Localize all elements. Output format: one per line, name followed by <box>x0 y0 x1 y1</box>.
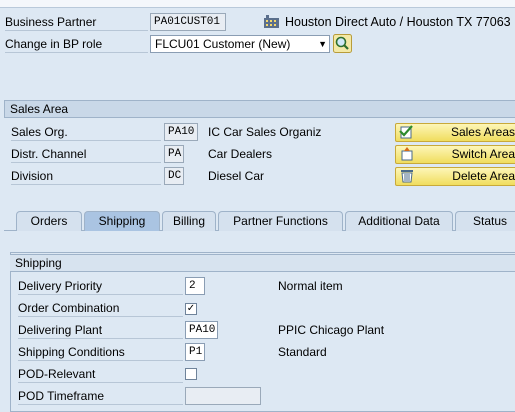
distr-channel-desc: Car Dealers <box>208 147 273 161</box>
distr-channel-label: Distr. Channel <box>11 146 161 163</box>
order-combination-checkbox[interactable]: ✓ <box>185 303 197 315</box>
sales-org-desc: IC Car Sales Organiz <box>208 125 322 139</box>
delete-area-label: Delete Area <box>452 169 515 183</box>
shipping-conditions-label: Shipping Conditions <box>18 344 183 361</box>
building-icon <box>264 15 279 28</box>
tab-status[interactable]: Status <box>455 211 515 231</box>
chevron-down-icon[interactable]: ▼ <box>318 36 327 52</box>
switch-area-label: Switch Area <box>451 147 515 161</box>
tab-additional-data[interactable]: Additional Data <box>345 211 453 231</box>
tab-partner-functions[interactable]: Partner Functions <box>218 211 343 231</box>
shipping-conditions-desc: Standard <box>278 345 327 359</box>
pod-timeframe-field[interactable] <box>185 387 261 405</box>
trash-icon <box>401 170 413 183</box>
role-dropdown[interactable]: FLCU01 Customer (New) ▼ <box>150 35 330 53</box>
sales-org-field[interactable]: PA10 <box>164 123 198 141</box>
switch-icon <box>401 147 413 161</box>
distr-channel-field[interactable]: PA <box>164 145 184 163</box>
shipping-conditions-field[interactable]: P1 <box>185 343 205 361</box>
delivering-plant-desc: PPIC Chicago Plant <box>278 323 385 337</box>
delivering-plant-label: Delivering Plant <box>18 322 183 339</box>
sales-area-header: Sales Area <box>4 100 515 118</box>
bp-field[interactable]: PA01CUST01 <box>150 13 226 31</box>
switch-area-button[interactable]: Switch Area <box>395 145 515 164</box>
role-label: Change in BP role <box>5 36 148 53</box>
tab-billing[interactable]: Billing <box>162 211 216 231</box>
sales-areas-label: Sales Areas <box>450 125 515 139</box>
bp-description: Houston Direct Auto / Houston TX 77063 <box>285 15 511 29</box>
division-label: Division <box>11 168 161 185</box>
tab-orders[interactable]: Orders <box>16 211 82 231</box>
tab-shipping[interactable]: Shipping <box>84 211 160 231</box>
delete-area-button[interactable]: Delete Area <box>395 167 515 186</box>
shipping-header: Shipping <box>10 254 515 272</box>
delivering-plant-field[interactable]: PA10 <box>185 321 218 339</box>
order-combination-label: Order Combination <box>18 300 183 317</box>
delivery-priority-label: Delivery Priority <box>18 278 183 295</box>
sales-org-label: Sales Org. <box>11 124 161 141</box>
pod-relevant-label: POD-Relevant <box>18 366 183 383</box>
search-icon[interactable] <box>333 34 352 53</box>
delivery-priority-desc: Normal item <box>278 279 343 293</box>
role-dropdown-value: FLCU01 Customer (New) <box>155 37 291 51</box>
top-strip <box>0 0 515 8</box>
delivery-priority-field[interactable]: 2 <box>185 277 205 295</box>
division-desc: Diesel Car <box>208 169 265 183</box>
pod-timeframe-label: POD Timeframe <box>18 388 183 405</box>
checklist-icon <box>399 125 413 139</box>
division-field[interactable]: DC <box>164 167 184 185</box>
sales-areas-button[interactable]: Sales Areas <box>395 123 515 142</box>
pod-relevant-checkbox[interactable] <box>185 368 197 380</box>
bp-label: Business Partner <box>5 14 148 31</box>
